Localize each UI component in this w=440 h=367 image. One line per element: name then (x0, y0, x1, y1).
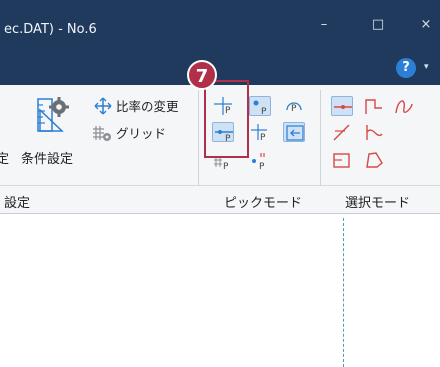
select-fence-button[interactable] (363, 122, 385, 142)
condition-settings-label: 条件設定 (21, 152, 74, 167)
select-curve-icon (395, 100, 413, 114)
title-bar: ec.DAT) - No.6 – □ × (0, 0, 440, 55)
pick-point-snap-button[interactable] (283, 122, 305, 142)
select-polygon-icon (366, 152, 383, 168)
window-title: ec.DAT) - No.6 (4, 22, 97, 37)
svg-text:P: P (223, 162, 229, 172)
pick-free-icon: P (253, 100, 267, 117)
select-rectangle-icon (333, 153, 350, 168)
ratio-change-button[interactable]: 比率の変更 (94, 96, 179, 115)
pick-point-free-button[interactable]: P (249, 96, 271, 117)
grid-label: グリッド (116, 126, 167, 141)
callout-number-badge: 7 (187, 60, 217, 90)
settings-group-label: 設定 (4, 196, 31, 211)
guide-dashed-line (343, 218, 344, 367)
ratio-change-label: 比率の変更 (116, 99, 179, 114)
condition-settings-button[interactable]: 定 条件設定 (0, 90, 90, 180)
condition-settings-prefix-label: 定 (0, 152, 10, 167)
select-polygon-button[interactable] (363, 150, 385, 170)
move-arrows-icon (94, 97, 112, 114)
select-polyline-icon (365, 99, 382, 114)
svg-text:P: P (260, 133, 266, 142)
select-cross-line-button[interactable] (331, 122, 353, 142)
pick-mode-group-label: ピックモード (224, 196, 303, 211)
pick-point-intersection-button[interactable]: P (249, 122, 271, 143)
select-line-icon (334, 105, 352, 109)
callout-highlight-frame (204, 80, 249, 158)
svg-text:P: P (291, 104, 297, 114)
grid-button[interactable]: グリッド (92, 123, 166, 142)
ribbon-options-chevron-icon[interactable]: ▾ (424, 62, 429, 72)
drawing-workspace[interactable] (0, 214, 440, 367)
settings-ruler-gear-icon (37, 97, 69, 132)
ribbon-group-labels: 設定 ピックモード 選択モード (0, 186, 440, 214)
pick-arc-icon: P (286, 102, 302, 114)
grid-gear-icon (93, 125, 111, 141)
pick-midpoint-icon: P (252, 153, 265, 172)
select-line-button[interactable] (331, 96, 353, 116)
select-mode-group-label: 選択モード (345, 196, 411, 211)
svg-text:P: P (261, 107, 267, 117)
pick-point-midpoint-button[interactable]: P (249, 152, 271, 172)
help-icon[interactable]: ? (396, 58, 416, 78)
select-cross-line-icon (333, 124, 350, 141)
pick-intersection-icon: P (251, 124, 267, 143)
select-mode-group (325, 90, 437, 185)
select-curve-button[interactable] (393, 96, 415, 116)
close-button[interactable]: × (408, 14, 440, 36)
select-rectangle-button[interactable] (331, 150, 353, 170)
select-fence-icon (366, 125, 383, 140)
minimize-button[interactable]: – (306, 14, 342, 36)
select-polyline-button[interactable] (363, 96, 385, 116)
snap-arrow-icon (286, 125, 304, 141)
maximize-button[interactable]: □ (360, 14, 396, 36)
svg-text:P: P (259, 162, 265, 172)
pick-point-arc-button[interactable]: P (283, 96, 305, 116)
